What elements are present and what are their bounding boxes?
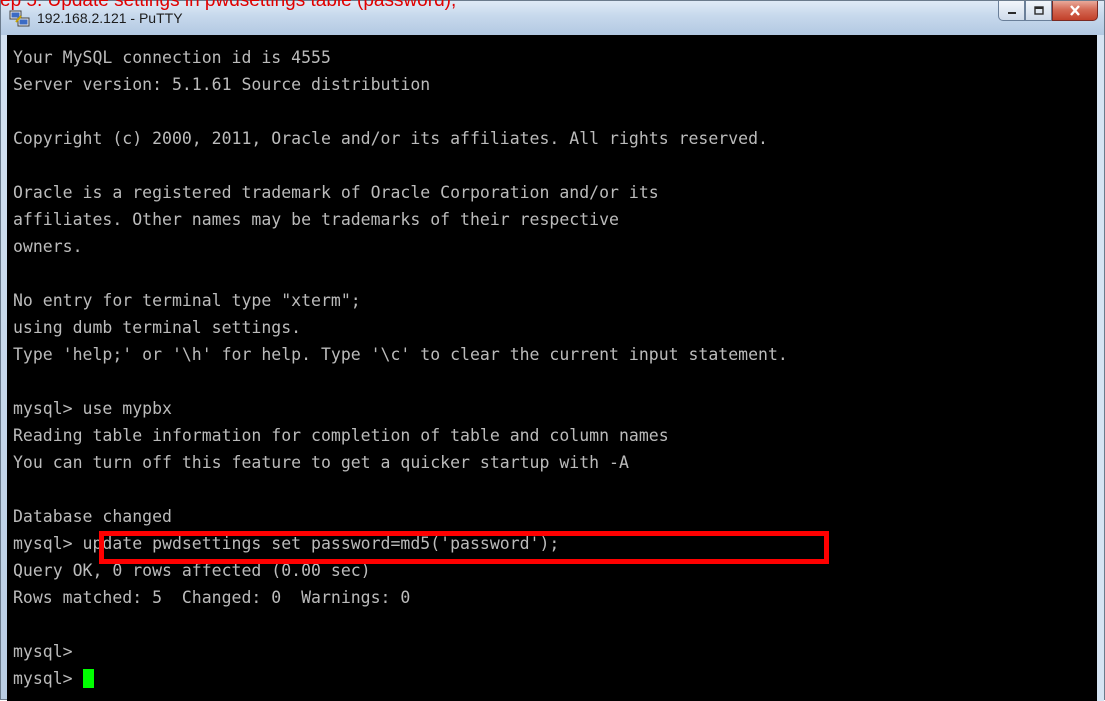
terminal-line: Type 'help;' or '\h' for help. Type '\c'… (13, 345, 788, 364)
putty-icon (9, 10, 30, 27)
terminal-output: Your MySQL connection id is 4555 Server v… (13, 44, 788, 692)
window-title: 192.168.2.121 - PuTTY (37, 10, 183, 26)
terminal-line: Reading table information for completion… (13, 426, 669, 445)
highlight-box (99, 531, 829, 564)
terminal-prompt-line: mysql> (13, 665, 788, 692)
terminal-line: using dumb terminal settings. (13, 318, 302, 337)
scrollbar[interactable] (1097, 35, 1104, 701)
terminal-line: mysql> use mypbx (13, 399, 172, 418)
caption-text: ep 5: Update settings in pwdsettings tab… (0, 0, 457, 11)
terminal-line: affiliates. Other names may be trademark… (13, 210, 619, 229)
terminal-line: Oracle is a registered trademark of Orac… (13, 183, 659, 202)
terminal-line: owners. (13, 237, 83, 256)
prompt-text: mysql> (13, 669, 83, 688)
terminal-line: Database changed (13, 507, 172, 526)
terminal-line: You can turn off this feature to get a q… (13, 453, 629, 472)
terminal-line: No entry for terminal type "xterm"; (13, 291, 361, 310)
terminal-line: Your MySQL connection id is 4555 (13, 48, 331, 67)
terminal-screen[interactable]: Your MySQL connection id is 4555 Server v… (7, 35, 1099, 701)
text-cursor (82, 669, 94, 688)
terminal-line: Rows matched: 5 Changed: 0 Warnings: 0 (13, 588, 411, 607)
terminal-line: Copyright (c) 2000, 2011, Oracle and/or … (13, 129, 768, 148)
terminal-line: Server version: 5.1.61 Source distributi… (13, 75, 431, 94)
putty-window: 192.168.2.121 - PuTTY Your MySQL connect… (0, 0, 1105, 701)
terminal-line: mysql> (13, 642, 73, 661)
